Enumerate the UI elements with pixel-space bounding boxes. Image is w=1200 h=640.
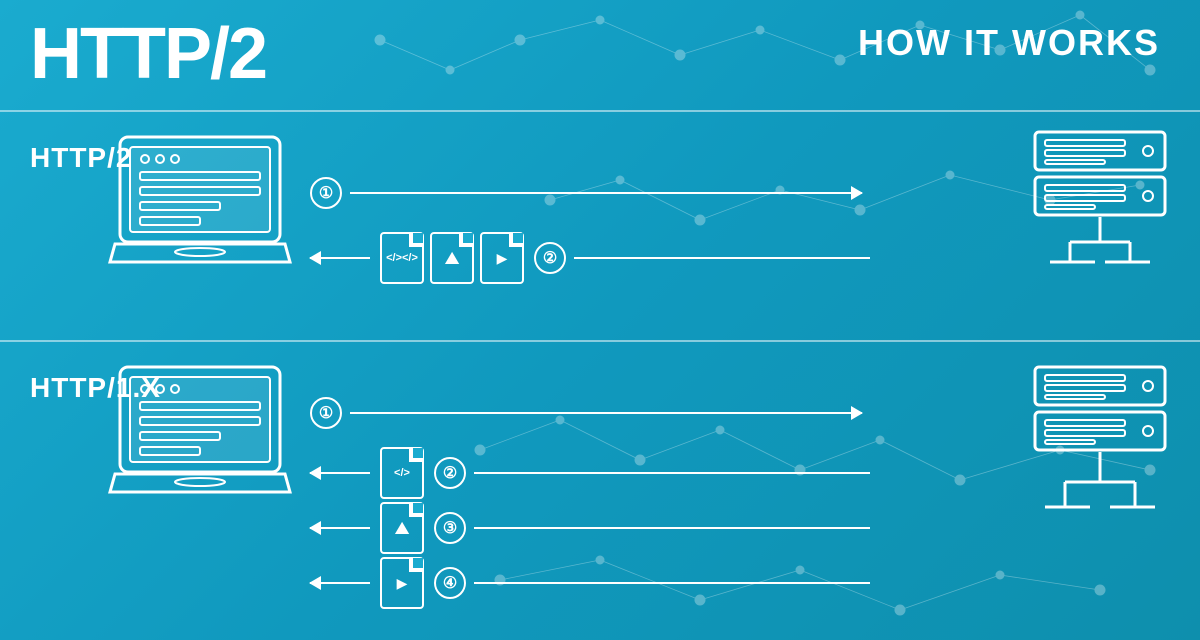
section-http1x: HTTP/1.X ① </> ② ⛰ [0, 342, 1200, 640]
http2-response-arrow: </> ⛰ ▶ ② [310, 232, 870, 284]
http1x-response3: ▶ ④ [310, 557, 870, 609]
http1x-step2: ② [434, 457, 466, 489]
http1x-file-video: ▶ [380, 557, 424, 609]
http1x-file-code: </> [380, 447, 424, 499]
http1x-step1: ① [310, 397, 342, 429]
http1x-file-image: ⛰ [380, 502, 424, 554]
file-image-icon: ⛰ [430, 232, 474, 284]
how-it-works-label: HOW IT WORKS [858, 22, 1160, 64]
http2-step1: ① [310, 177, 342, 209]
http1x-step3: ③ [434, 512, 466, 544]
section-http2: HTTP/2 ① </> [0, 112, 1200, 340]
main-title: HTTP/2 [30, 18, 266, 90]
http1x-request-arrow: ① [310, 397, 870, 429]
file-code-icon: </> [380, 232, 424, 284]
file-video-icon: ▶ [480, 232, 524, 284]
http2-step2: ② [534, 242, 566, 274]
http1x-step4: ④ [434, 567, 466, 599]
laptop-icon-http2 [110, 132, 290, 292]
http1x-response1: </> ② [310, 447, 870, 499]
server-icon-http2 [1030, 127, 1170, 297]
laptop-icon-http1x [110, 362, 290, 522]
server-icon-http1x [1030, 362, 1170, 572]
http1x-response2: ⛰ ③ [310, 502, 870, 554]
http2-request-arrow: ① [310, 177, 870, 209]
